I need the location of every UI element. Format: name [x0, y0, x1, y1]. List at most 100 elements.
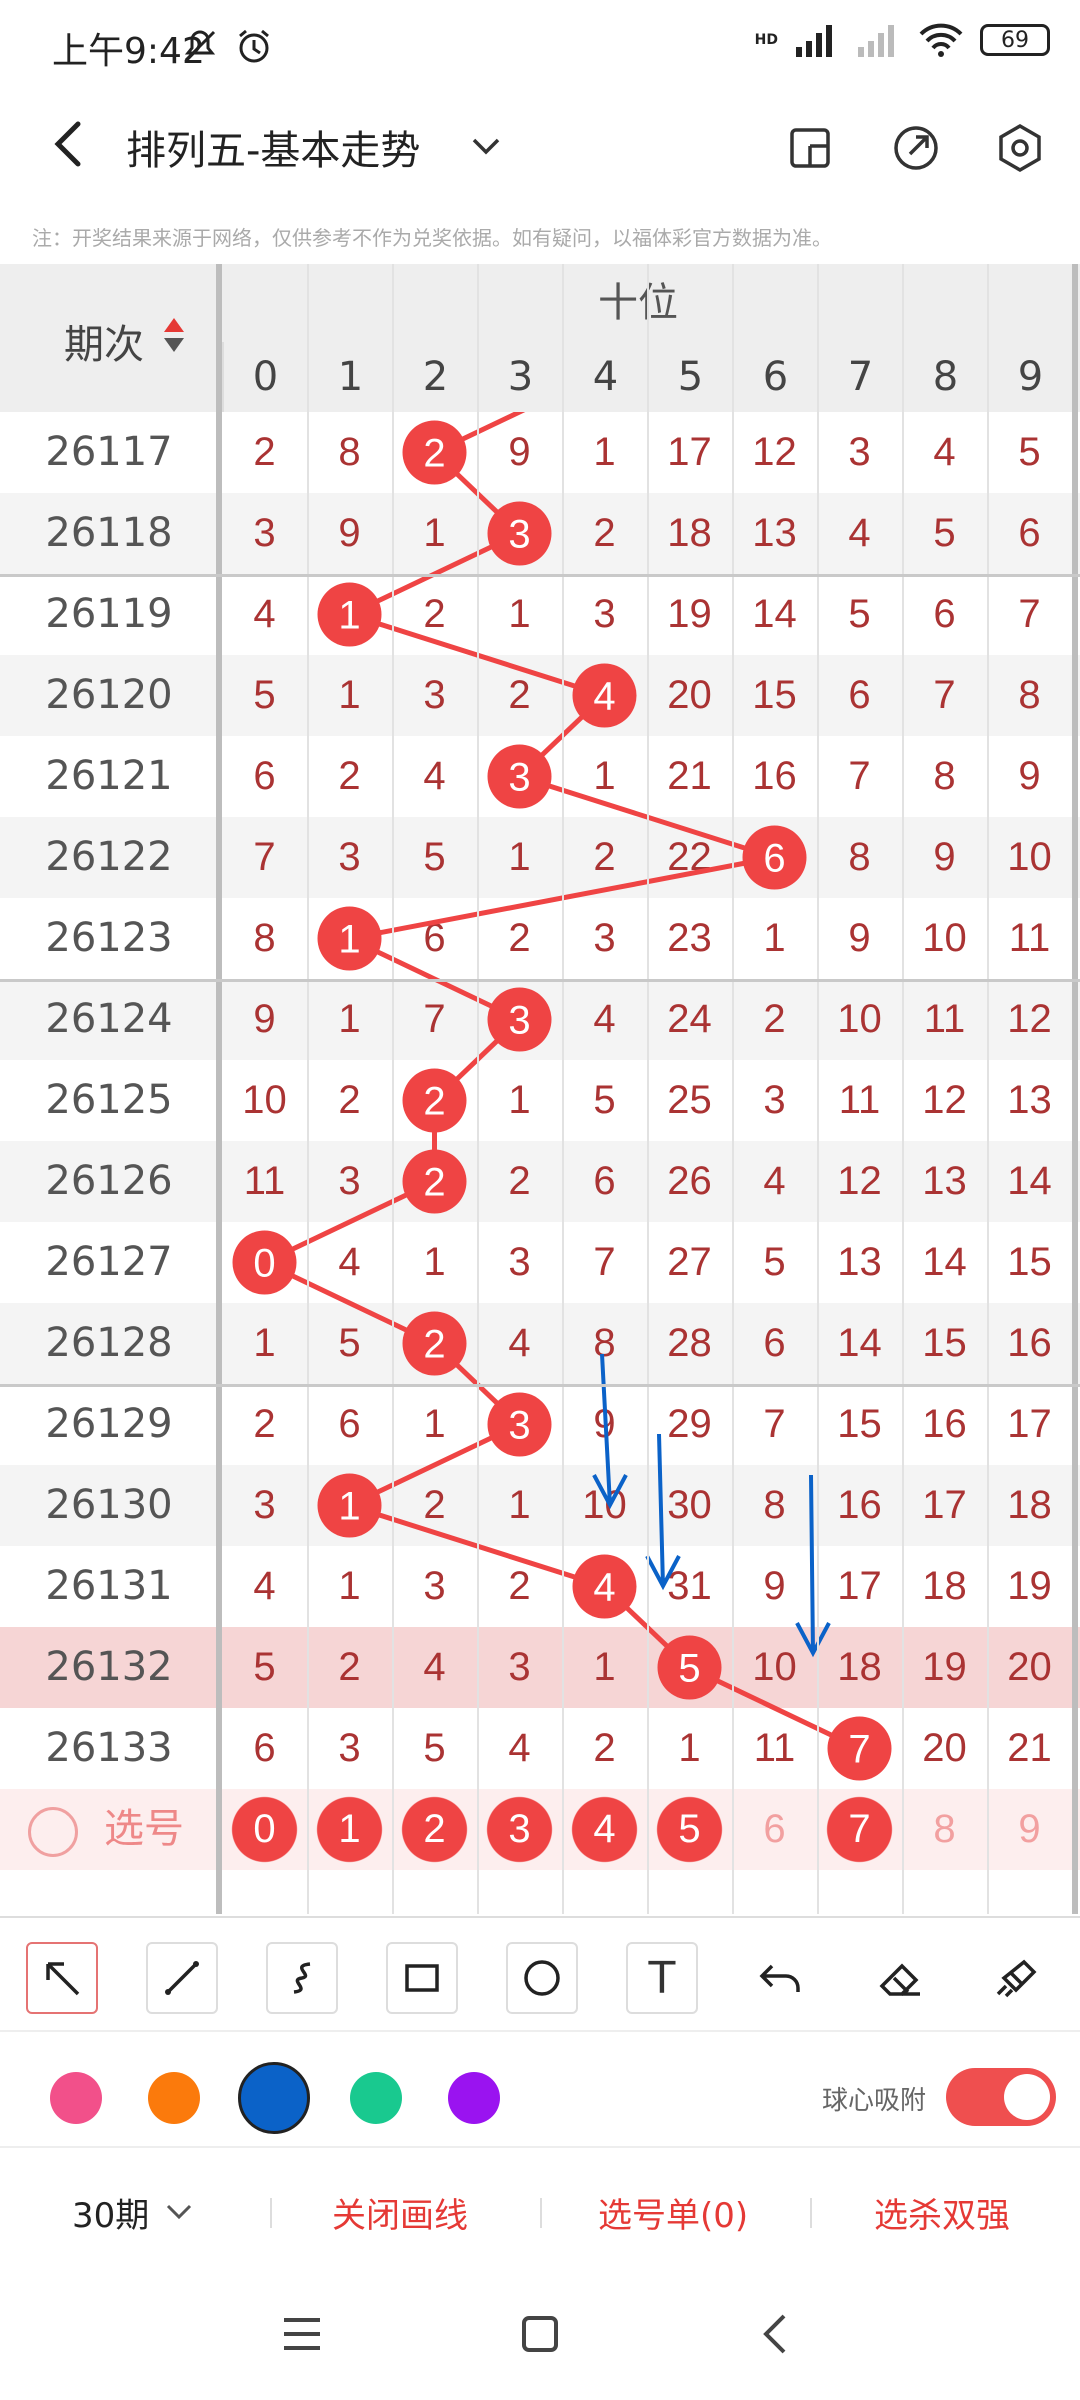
drawn-ball-number: 6 — [763, 837, 785, 881]
share-icon[interactable] — [890, 122, 942, 174]
grid-column-line — [902, 264, 904, 1914]
group-divider — [0, 1384, 1080, 1387]
drawn-ball: 4 — [572, 1554, 637, 1619]
drawn-ball: 1 — [317, 906, 382, 971]
sort-up-icon[interactable] — [164, 318, 184, 332]
arrow-up-left-icon — [46, 1962, 80, 1996]
drawn-ball: 0 — [232, 1230, 297, 1295]
disclaimer-notice: 注：开奖结果来源于网络，仅供参考不作为兑奖依据。如有疑问，以福体彩官方数据为准。 — [32, 226, 832, 250]
digit-header-5: 5 — [647, 342, 732, 412]
snap-to-center-label: 球心吸附 — [822, 2086, 927, 2116]
circle-tool-button[interactable] — [506, 1942, 578, 2014]
battery-icon: 69 — [980, 24, 1050, 56]
color-swatch[interactable] — [148, 2072, 200, 2124]
drawn-ball-number: 1 — [338, 594, 360, 638]
close-lines-button[interactable]: 关闭画线 — [332, 2188, 468, 2237]
grid-column-line — [562, 264, 564, 1914]
page-title[interactable]: 排列五-基本走势 — [126, 118, 420, 176]
system-nav-bar — [0, 2272, 1080, 2400]
status-bar: 上午9:42 HD 69 — [0, 0, 1080, 92]
drawn-ball: 2 — [402, 1149, 467, 1214]
layout-switch-icon[interactable] — [786, 122, 838, 174]
drawn-ball-number: 3 — [508, 756, 530, 800]
undo-button[interactable] — [744, 1942, 816, 2014]
menu-icon[interactable] — [282, 2316, 322, 2352]
color-swatch[interactable] — [448, 2072, 500, 2124]
signal-icon — [796, 25, 832, 57]
drawn-ball: 3 — [487, 744, 552, 809]
period-select[interactable]: 30期 — [72, 2188, 149, 2237]
grid-column-line — [647, 264, 649, 1914]
tens-group-header: 十位 — [598, 280, 678, 326]
drawn-ball: 4 — [572, 663, 637, 728]
chevron-down-icon[interactable] — [468, 128, 504, 164]
drawn-ball-number: 1 — [338, 918, 360, 962]
chevron-down-icon[interactable] — [164, 2202, 194, 2222]
drawn-ball-number: 4 — [593, 1566, 615, 1610]
user-drawn-arrow — [592, 1353, 628, 1510]
rect-tool-button[interactable] — [386, 1942, 458, 2014]
drawn-ball: 2 — [402, 1068, 467, 1133]
drawn-ball-number: 5 — [678, 1647, 700, 1691]
grid-column-line — [216, 264, 222, 1914]
digit-header-1: 1 — [307, 342, 392, 412]
divider — [270, 2198, 272, 2228]
group-divider — [0, 979, 1080, 982]
drawn-ball: 3 — [487, 987, 552, 1052]
grid-column-line — [1072, 264, 1078, 1914]
drawn-ball-number: 1 — [338, 1485, 360, 1529]
drawing-toolbar: T — [0, 1916, 1080, 2032]
settings-icon[interactable] — [994, 122, 1046, 174]
line-tool-button[interactable] — [146, 1942, 218, 2014]
mute-icon — [184, 30, 216, 62]
drawn-ball-number: 2 — [423, 1161, 445, 1205]
filter-button[interactable]: 选杀双强 — [874, 2188, 1010, 2237]
grid-column-line — [732, 264, 734, 1914]
sort-down-icon[interactable] — [164, 338, 184, 352]
color-swatch[interactable] — [50, 2072, 102, 2124]
grid-column-line — [987, 264, 989, 1914]
digit-header-8: 8 — [902, 342, 987, 412]
digit-header-6: 6 — [732, 342, 817, 412]
eraser-icon — [879, 1963, 920, 1996]
bottom-action-bar: 30期 关闭画线 选号单(0) 选杀双强 — [0, 2150, 1080, 2270]
color-swatch[interactable] — [350, 2072, 402, 2124]
color-picker-row: 球心吸附 — [0, 2032, 1080, 2148]
snap-to-center-toggle[interactable] — [946, 2068, 1056, 2126]
back-icon[interactable] — [760, 2312, 790, 2356]
pick-list-button[interactable]: 选号单(0) — [598, 2188, 748, 2237]
curve-icon — [293, 1962, 311, 1994]
drawn-ball-number: 2 — [423, 1323, 445, 1367]
drawn-ball-number: 2 — [423, 432, 445, 476]
app-header: 排列五-基本走势 — [0, 92, 1080, 202]
digit-header-7: 7 — [817, 342, 902, 412]
drawn-ball: 6 — [742, 825, 807, 890]
issue-column-header[interactable]: 期次 — [64, 312, 144, 370]
clear-all-button[interactable] — [982, 1942, 1054, 2014]
drawn-ball-number: 0 — [253, 1242, 275, 1286]
digit-header-9: 9 — [987, 342, 1072, 412]
rectangle-icon — [405, 1964, 439, 1992]
color-swatch[interactable] — [238, 2062, 310, 2134]
user-drawn-arrow — [795, 1474, 831, 1658]
drawn-ball-number: 3 — [508, 1404, 530, 1448]
drawn-ball: 1 — [317, 1473, 382, 1538]
home-icon[interactable] — [520, 2314, 560, 2354]
grid-column-line — [307, 264, 309, 1914]
digit-header-3: 3 — [477, 342, 562, 412]
trend-table: 期次 十位 0123456789 26117282911712345261183… — [0, 264, 1080, 1914]
eraser-button[interactable] — [864, 1942, 936, 2014]
drawn-ball: 1 — [317, 582, 382, 647]
digit-header-2: 2 — [392, 342, 477, 412]
arrow-tool-button[interactable] — [26, 1942, 98, 2014]
toggle-knob — [1004, 2074, 1050, 2120]
status-right-icons: HD 69 — [755, 22, 1050, 58]
network-label: HD — [754, 32, 778, 48]
status-left-icons — [180, 26, 274, 66]
curve-tool-button[interactable] — [266, 1942, 338, 2014]
text-tool-button[interactable]: T — [626, 1942, 698, 2014]
back-arrow-icon[interactable] — [40, 114, 100, 174]
text-icon: T — [648, 1952, 676, 2004]
circle-icon — [524, 1960, 560, 1996]
divider — [810, 2198, 812, 2228]
